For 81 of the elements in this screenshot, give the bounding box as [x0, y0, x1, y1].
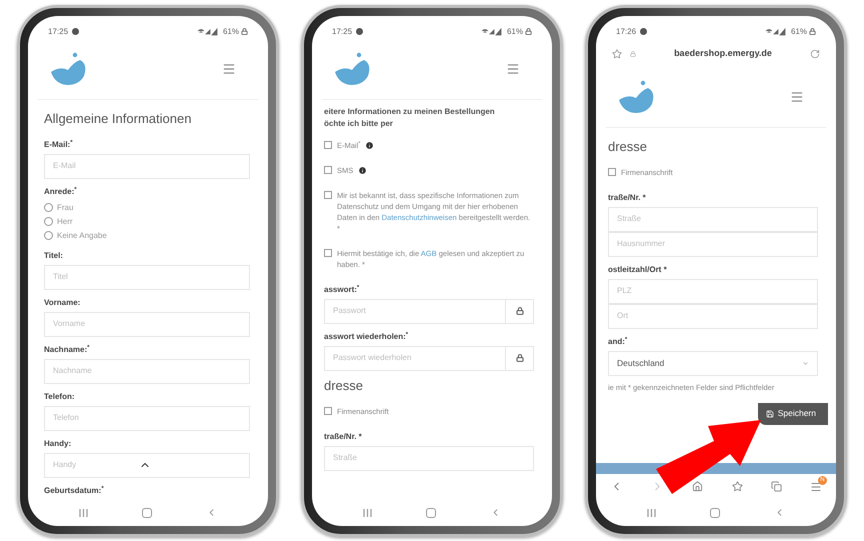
- menu-icon[interactable]: [810, 480, 822, 492]
- chevron-down-icon: [802, 360, 809, 366]
- home-icon[interactable]: [142, 508, 152, 518]
- input-field[interactable]: Titel: [44, 264, 250, 290]
- country-select[interactable]: Deutschland: [608, 350, 818, 376]
- home-icon[interactable]: [710, 508, 720, 518]
- field-label: asswort wiederholen:$^{*}$: [324, 332, 410, 342]
- home-icon[interactable]: [692, 481, 704, 492]
- field-label: ostleitzahl/Ort *: [608, 264, 668, 274]
- wifi-signal-icon: [196, 28, 219, 36]
- lock-icon: [525, 28, 532, 35]
- checkbox[interactable]: [324, 166, 332, 174]
- battery-percent: 61%: [222, 26, 239, 38]
- radio-button[interactable]: [44, 231, 53, 240]
- field-label: traße/Nr. *: [324, 432, 363, 442]
- field-label: Vorname:: [44, 298, 82, 308]
- checkbox[interactable]: [324, 140, 332, 148]
- checkbox[interactable]: [324, 248, 332, 256]
- reload-icon[interactable]: [810, 48, 820, 58]
- checkbox[interactable]: [324, 406, 332, 414]
- section-heading: Allgemeine Informationen: [44, 110, 192, 128]
- input-field[interactable]: Passwort wiederholen: [324, 346, 534, 370]
- logo-icon: [334, 52, 372, 86]
- menu-icon[interactable]: [506, 62, 520, 76]
- field-label: Geburtsdatum:$^{*}$: [44, 486, 105, 496]
- field-label: traße/Nr. *: [608, 192, 647, 202]
- battery-percent: 61%: [506, 26, 523, 38]
- radio-label: Frau: [57, 202, 74, 214]
- input-field[interactable]: PLZ: [608, 278, 818, 304]
- status-time: 17:25: [332, 26, 352, 38]
- checkbox[interactable]: [608, 168, 616, 176]
- wifi-signal-icon: [764, 28, 787, 36]
- recent-apps-icon[interactable]: [79, 508, 88, 516]
- lock-icon: [516, 354, 524, 362]
- input-field[interactable]: Hausnummer: [608, 232, 818, 256]
- field-label: asswort:$^{*}$: [324, 284, 360, 294]
- input-field[interactable]: Telefon: [44, 406, 250, 430]
- input-field[interactable]: Handy: [44, 452, 250, 478]
- lock-icon: [516, 307, 524, 315]
- field-label: E-Mail:$^{*}$: [44, 140, 74, 150]
- input-field[interactable]: E-Mail: [44, 154, 250, 178]
- field-label: Nachname:$^{*}$: [44, 344, 90, 354]
- lock-icon: [630, 50, 636, 56]
- save-button[interactable]: Speichern: [758, 402, 828, 425]
- radio-button[interactable]: [44, 217, 53, 226]
- save-icon: [766, 410, 774, 418]
- status-time: 17:25: [48, 26, 68, 38]
- tabs-icon[interactable]: [770, 481, 782, 492]
- status-time: 17:26: [616, 26, 636, 38]
- url-text[interactable]: baedershop.emergy.de: [636, 46, 810, 60]
- recent-apps-icon[interactable]: [363, 508, 372, 516]
- field-label: Telefon:: [44, 392, 76, 402]
- input-field[interactable]: Vorname: [44, 312, 250, 336]
- input-field[interactable]: Ort: [608, 304, 818, 328]
- input-field[interactable]: Straße: [608, 206, 818, 232]
- menu-icon[interactable]: [790, 90, 804, 104]
- field-label: and:$^{*}$: [608, 336, 628, 346]
- logo-icon: [618, 80, 656, 114]
- field-label: Anrede:$^{*}$: [44, 186, 78, 196]
- logo-icon: [50, 52, 88, 86]
- radio-label: Herr: [57, 216, 73, 228]
- radio-button[interactable]: [44, 203, 53, 212]
- checkbox[interactable]: [324, 190, 332, 198]
- wifi-signal-icon: [480, 28, 503, 36]
- input-field[interactable]: Nachname: [44, 358, 250, 384]
- section-heading: dresse: [608, 138, 648, 156]
- info-paragraph: eitere Informationen zu meinen Bestellungen öchte ich bitte per: [324, 106, 496, 130]
- menu-icon[interactable]: [222, 62, 236, 76]
- star-icon[interactable]: [612, 48, 622, 58]
- lock-icon: [241, 28, 248, 35]
- input-field[interactable]: Straße: [324, 446, 534, 470]
- input-field[interactable]: Passwort: [324, 298, 534, 324]
- recent-apps-icon[interactable]: [647, 508, 656, 516]
- field-label: Titel:: [44, 250, 64, 260]
- home-icon[interactable]: [426, 508, 436, 518]
- lock-icon: [809, 28, 816, 35]
- radio-label: Keine Angabe: [57, 230, 107, 242]
- bookmark-icon[interactable]: [732, 481, 743, 492]
- battery-percent: 61%: [790, 26, 807, 38]
- field-label: Handy:: [44, 438, 72, 448]
- section-heading: dresse: [324, 376, 364, 394]
